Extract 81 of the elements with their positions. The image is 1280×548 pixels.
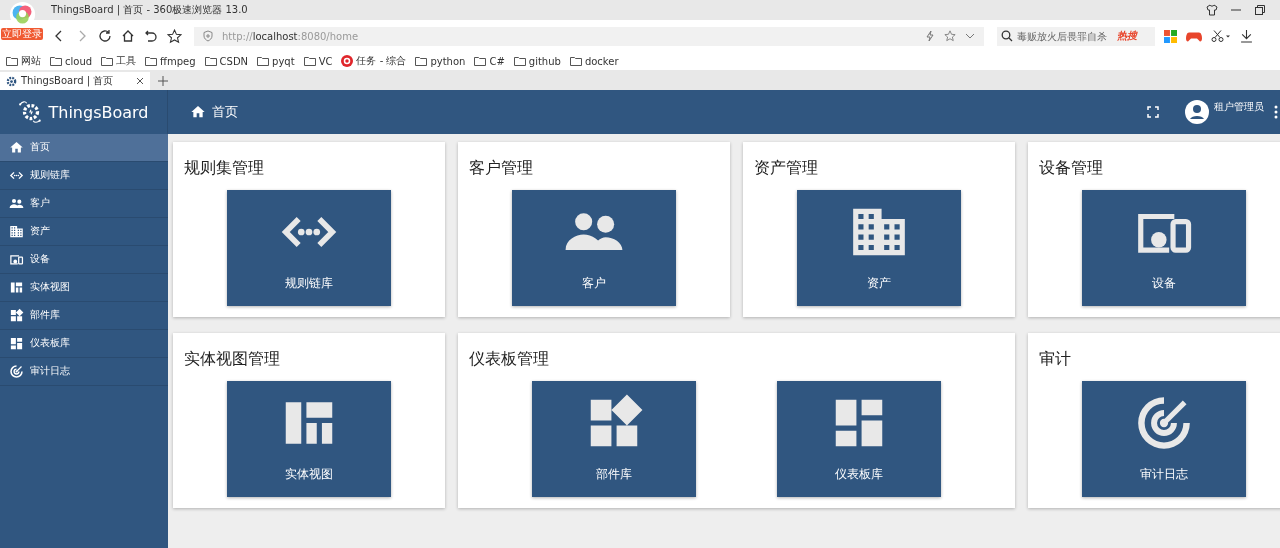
site-icon — [341, 55, 354, 67]
nav-tile[interactable]: 部件库 — [531, 381, 696, 497]
bookmark[interactable]: pyqt — [257, 55, 295, 67]
folder-icon — [474, 56, 487, 66]
nav-tile[interactable]: 规则链库 — [227, 190, 391, 306]
bookmark[interactable]: cloud — [50, 55, 93, 67]
bookmark[interactable]: github — [513, 55, 561, 67]
search-icon — [1001, 30, 1013, 42]
browser-tab[interactable]: ThingsBoard | 首页 — [0, 72, 150, 90]
bookmark[interactable]: VC — [303, 55, 333, 67]
folder-icon — [6, 56, 18, 66]
user-avatar-icon[interactable] — [1185, 100, 1209, 124]
sidebar-item[interactable]: 仪表板库 — [0, 330, 168, 358]
shield-icon — [202, 30, 214, 42]
folder-icon — [257, 56, 270, 66]
more-icon[interactable] — [1274, 105, 1278, 119]
bookmark[interactable]: 任务 - 综合 — [341, 54, 407, 68]
close-icon[interactable] — [136, 77, 144, 85]
sidebar-item[interactable]: 部件库 — [0, 302, 168, 330]
fullscreen-icon[interactable] — [1147, 106, 1159, 118]
bookmark[interactable]: CSDN — [204, 55, 249, 67]
nav-tile[interactable]: 审计日志 — [1082, 381, 1246, 497]
hot-search-label[interactable]: 热搜 — [1117, 29, 1137, 43]
nav-tile[interactable]: 设备 — [1082, 190, 1246, 306]
page-title: 首页 — [212, 103, 238, 121]
home-icon[interactable] — [121, 29, 135, 43]
apps-icon[interactable] — [1164, 29, 1177, 43]
layout-icon — [9, 280, 24, 295]
bookmark[interactable]: docker — [569, 55, 619, 67]
folder-icon — [204, 56, 217, 66]
bookmark[interactable]: C# — [474, 55, 505, 67]
widgets-icon — [9, 308, 24, 323]
shirt-icon[interactable] — [1206, 4, 1218, 16]
reload-icon[interactable] — [98, 29, 112, 43]
bookmark[interactable]: 网站 — [6, 54, 41, 68]
radar-icon — [9, 364, 24, 379]
folder-icon — [145, 56, 158, 66]
folder-icon — [50, 56, 62, 66]
home-icon — [190, 104, 206, 120]
search-bar[interactable]: 毒贩放火后畏罪自杀 热搜 — [997, 26, 1155, 46]
star-icon[interactable] — [167, 28, 182, 44]
sidebar-item[interactable]: 首页 — [0, 134, 168, 162]
undo-icon[interactable] — [144, 29, 158, 43]
folder-icon — [303, 56, 316, 66]
new-tab-icon[interactable] — [158, 76, 168, 86]
folder-icon — [415, 56, 428, 66]
section-title: 仪表板管理 — [469, 349, 550, 370]
sidebar-item[interactable]: 资产 — [0, 218, 168, 246]
gear-icon — [6, 75, 17, 87]
people-icon — [9, 196, 24, 211]
folder-icon — [513, 56, 526, 66]
user-name[interactable]: 租户管理员 — [1214, 100, 1264, 114]
section-title: 实体视图管理 — [184, 349, 281, 370]
nav-tile[interactable]: 客户 — [512, 190, 676, 306]
building-icon — [9, 224, 24, 239]
scissors-icon[interactable] — [1211, 29, 1231, 43]
folder-icon — [101, 56, 114, 66]
nav-tile[interactable]: 资产 — [797, 190, 961, 306]
restore-icon[interactable] — [1254, 4, 1266, 16]
bookmark[interactable]: ffmpeg — [145, 55, 196, 67]
nav-tile[interactable]: 实体视图 — [227, 381, 391, 497]
section-title: 客户管理 — [469, 158, 534, 179]
lightning-icon[interactable] — [924, 30, 936, 42]
address-bar[interactable]: http://localhost:8080/home — [194, 26, 984, 46]
bookmark[interactable]: 工具 — [101, 54, 137, 68]
bookmark[interactable]: python — [415, 55, 466, 67]
section-title: 资产管理 — [754, 158, 819, 179]
window-title: ThingsBoard | 首页 - 360极速浏览器 13.0 — [51, 3, 248, 17]
download-icon[interactable] — [1240, 29, 1253, 43]
section-title: 设备管理 — [1039, 158, 1104, 179]
section-title: 审计 — [1039, 349, 1072, 370]
nav-tile[interactable]: 仪表板库 — [777, 381, 942, 497]
star-icon[interactable] — [944, 30, 956, 42]
url-text: http://localhost:8080/home — [222, 30, 359, 42]
section-title: 规则集管理 — [184, 158, 265, 179]
home-icon — [9, 140, 24, 155]
brand-name: ThingsBoard — [48, 102, 149, 122]
dashboard-icon — [9, 336, 24, 351]
folder-icon — [569, 56, 582, 66]
search-field[interactable]: 毒贩放火后畏罪自杀 — [1017, 30, 1113, 42]
devices-icon — [9, 252, 24, 267]
